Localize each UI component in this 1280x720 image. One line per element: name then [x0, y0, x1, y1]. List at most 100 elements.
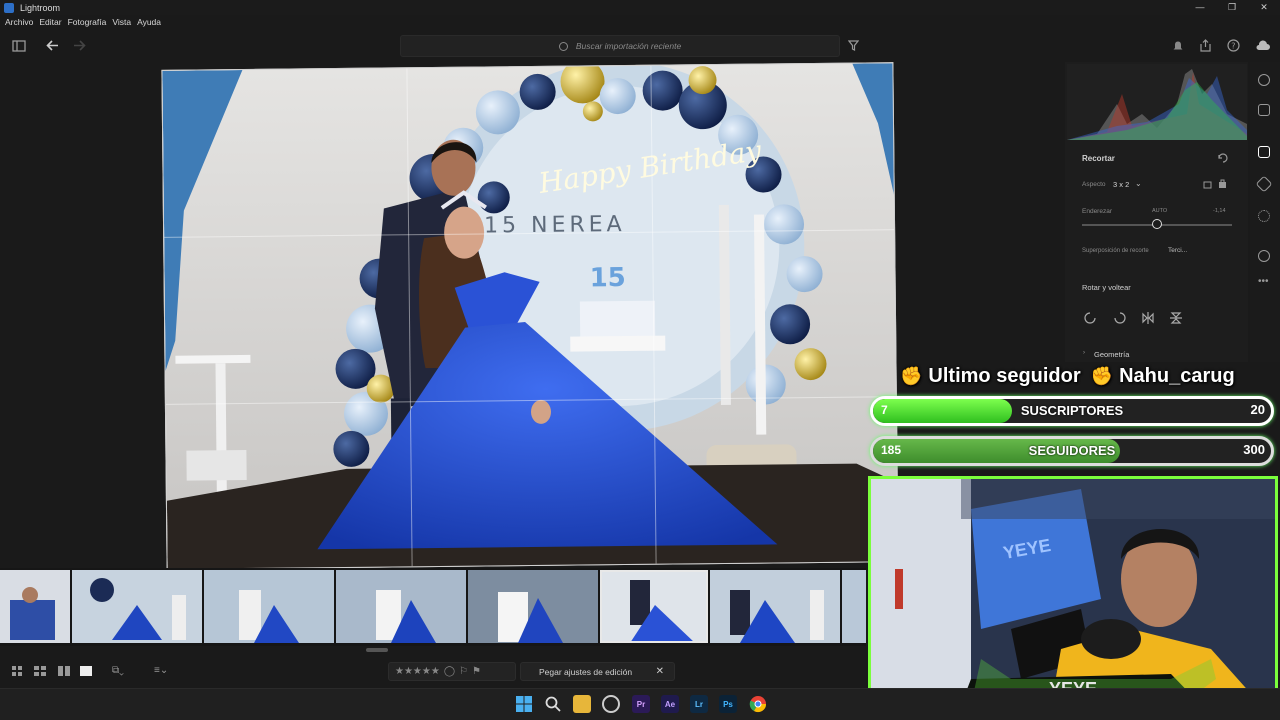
- straighten-slider-thumb[interactable]: [1152, 219, 1162, 229]
- title-bar: Lightroom — ❐ ✕: [0, 0, 1280, 15]
- followers-label: SEGUIDORES: [1028, 443, 1116, 458]
- search-placeholder: Buscar importación reciente: [575, 41, 682, 51]
- menu-ayuda[interactable]: Ayuda: [137, 17, 161, 27]
- menu-editar[interactable]: Editar: [39, 17, 61, 27]
- straighten-value[interactable]: -1,14: [1213, 208, 1226, 214]
- thumbnail[interactable]: [710, 570, 840, 643]
- last-follower-banner: ✊ Ultimo seguidor ✊ Nahu_carug: [898, 362, 1268, 390]
- menu-fotografia[interactable]: Fotografía: [68, 17, 107, 27]
- webcam-feed: [871, 479, 1275, 705]
- thumbnail[interactable]: [842, 570, 866, 643]
- window-controls: — ❐ ✕: [1184, 0, 1280, 15]
- svg-text:?: ?: [1231, 42, 1235, 51]
- sort-icon[interactable]: ⧉⌄: [112, 665, 124, 676]
- filmstrip-scrollbar[interactable]: [366, 648, 388, 652]
- windows-start-icon[interactable]: [515, 695, 533, 713]
- geometry-section[interactable]: Geometría: [1094, 350, 1129, 359]
- forward-arrow-icon[interactable]: [72, 39, 86, 52]
- file-explorer-icon[interactable]: [573, 695, 591, 713]
- chrome-icon[interactable]: [749, 695, 767, 713]
- thumbnail[interactable]: [468, 570, 598, 643]
- paste-settings-label: Pegar ajustes de edición: [539, 666, 633, 677]
- mask-icon[interactable]: [1258, 210, 1270, 222]
- premiere-icon[interactable]: Pr: [632, 695, 650, 713]
- menu-bar: Archivo Editar Fotografía Vista Ayuda: [0, 15, 1280, 29]
- back-arrow-icon[interactable]: [46, 39, 60, 52]
- history-icon[interactable]: [1258, 250, 1270, 262]
- search-box[interactable]: Buscar importación reciente: [400, 35, 840, 57]
- rock-hand-icon: ✊: [1090, 365, 1114, 386]
- sliders-icon[interactable]: [1258, 104, 1270, 116]
- single-view-icon: [80, 666, 92, 676]
- edit-icon[interactable]: [1258, 74, 1270, 86]
- chevron-right-icon[interactable]: ›: [1083, 350, 1085, 356]
- close-button[interactable]: ✕: [1248, 0, 1280, 15]
- flag-circle-icon[interactable]: ◯: [444, 666, 455, 677]
- compare-icon: [58, 666, 70, 676]
- overlay-select[interactable]: Terci...: [1168, 247, 1187, 254]
- chatgpt-icon[interactable]: [602, 695, 620, 713]
- grid-small-icon: [12, 666, 22, 676]
- thumbnail[interactable]: [72, 570, 202, 643]
- followers-goal-bar: 185 SEGUIDORES 300: [870, 436, 1274, 466]
- subscribers-goal-bar: 7 SUSCRIPTORES 20: [870, 396, 1274, 426]
- search-icon: [558, 41, 568, 51]
- cloud-sync-icon[interactable]: [1255, 39, 1271, 52]
- after-effects-icon[interactable]: Ae: [661, 695, 679, 713]
- overlay-label: Superposición de recorte: [1082, 248, 1149, 254]
- filmstrip: [0, 568, 866, 646]
- reset-icon[interactable]: [1217, 153, 1229, 163]
- edit-panel: Recortar Aspecto 3 x 2 ⌄ Enderezar AUTO …: [1065, 62, 1248, 362]
- webcam-overlay: YEYE YEYE: [868, 476, 1278, 708]
- minimize-button[interactable]: —: [1184, 0, 1216, 15]
- quinceanera-photo: Happy Birthday 15 NEREA 15: [162, 62, 899, 570]
- flip-horizontal-icon: [1142, 312, 1154, 324]
- filter-list-icon[interactable]: ≡⌄: [154, 665, 168, 676]
- straighten-auto-button[interactable]: AUTO: [1152, 208, 1167, 214]
- lightroom-icon[interactable]: Lr: [690, 695, 708, 713]
- search-icon[interactable]: [544, 695, 562, 713]
- svg-text:15: 15: [589, 263, 625, 293]
- rotate-flip-buttons: [1084, 312, 1182, 324]
- more-icon[interactable]: •••: [1258, 277, 1270, 290]
- last-follower-label: Ultimo seguidor: [928, 364, 1081, 387]
- last-follower-name: Nahu_carug: [1119, 364, 1235, 387]
- followers-goal: 300: [1243, 442, 1265, 457]
- lock-icon[interactable]: [1203, 178, 1229, 189]
- crop-section-title: Recortar: [1082, 154, 1115, 163]
- subscribers-goal: 20: [1250, 402, 1265, 417]
- paste-settings-button[interactable]: Pegar ajustes de edición ✕: [520, 662, 675, 681]
- svg-text:15 NEREA: 15 NEREA: [484, 212, 626, 238]
- thumbnail[interactable]: [336, 570, 466, 643]
- flag-reject-icon[interactable]: ⚑: [472, 666, 481, 677]
- aspect-select[interactable]: 3 x 2: [1113, 180, 1129, 189]
- menu-vista[interactable]: Vista: [112, 17, 131, 27]
- rating-flags: ★★★★★ ◯ ⚐ ⚑: [388, 662, 516, 681]
- filter-icon[interactable]: [848, 40, 859, 51]
- chevron-down-icon[interactable]: ⌄: [1135, 179, 1142, 188]
- thumbnail[interactable]: [0, 570, 70, 643]
- thumbnail[interactable]: [204, 570, 334, 643]
- window-title: Lightroom: [20, 2, 61, 13]
- subscribers-label: SUSCRIPTORES: [1020, 403, 1124, 418]
- star-rating-icon[interactable]: ★★★★★: [395, 666, 440, 677]
- maximize-button[interactable]: ❐: [1216, 0, 1248, 15]
- rotate-flip-label: Rotar y voltear: [1082, 283, 1131, 292]
- main-photo[interactable]: Happy Birthday 15 NEREA 15: [161, 62, 899, 570]
- photoshop-icon[interactable]: Ps: [719, 695, 737, 713]
- thumbnail-selected[interactable]: [600, 570, 708, 643]
- share-icon[interactable]: [1199, 39, 1212, 52]
- close-icon[interactable]: ✕: [656, 666, 664, 677]
- healing-icon[interactable]: [1255, 175, 1273, 193]
- crop-icon[interactable]: [1258, 146, 1270, 158]
- view-mode-buttons: [12, 666, 92, 676]
- tool-strip: •••: [1250, 62, 1280, 362]
- aspect-label: Aspecto: [1082, 181, 1106, 188]
- straighten-label: Enderezar: [1082, 208, 1112, 215]
- bell-icon[interactable]: [1172, 40, 1184, 52]
- rotate-left-icon: [1084, 312, 1096, 324]
- flag-pick-icon[interactable]: ⚐: [459, 666, 468, 677]
- panel-toggle-icon[interactable]: [12, 40, 26, 52]
- menu-archivo[interactable]: Archivo: [5, 17, 33, 27]
- help-icon[interactable]: ?: [1227, 39, 1240, 52]
